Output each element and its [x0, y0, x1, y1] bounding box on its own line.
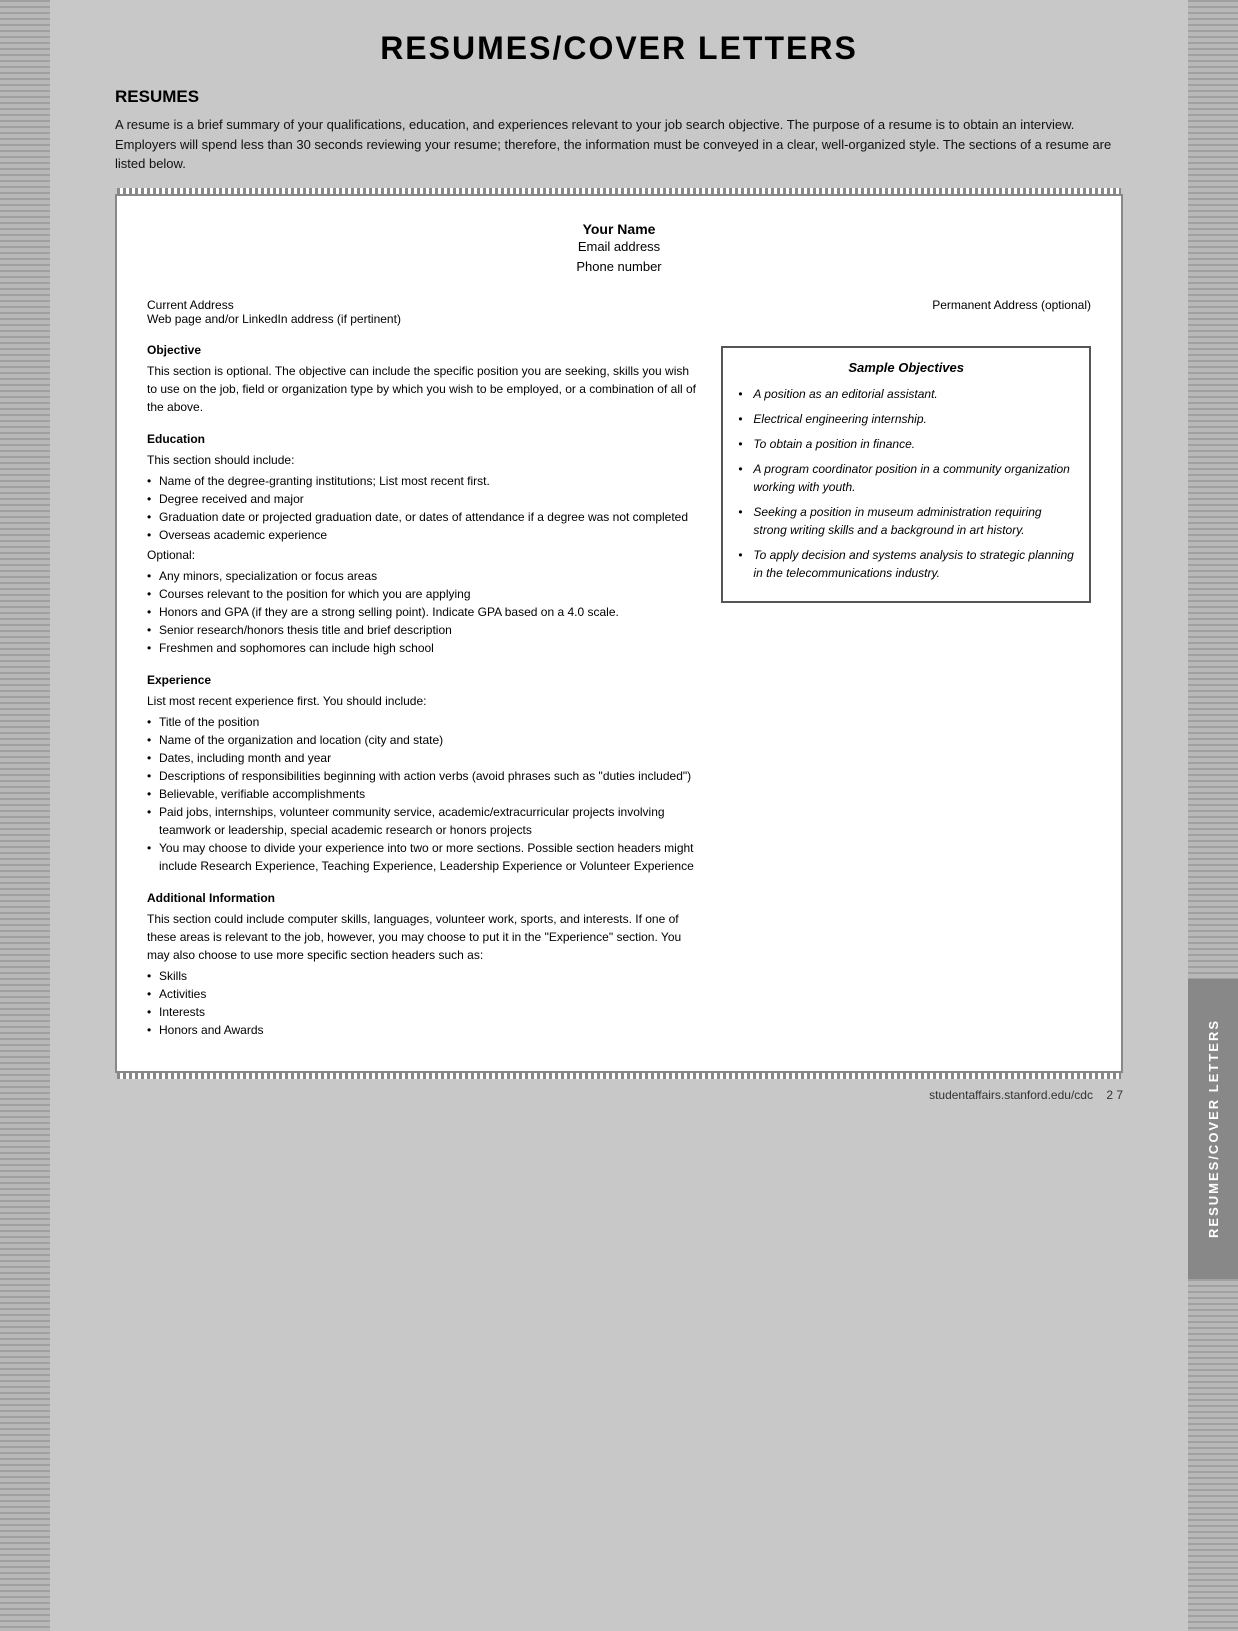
optional-label: Optional:: [147, 546, 701, 564]
list-item: Title of the position: [147, 713, 701, 731]
permanent-address-block: Permanent Address (optional): [619, 298, 1091, 326]
list-item: Paid jobs, internships, volunteer commun…: [147, 803, 701, 839]
list-item: Degree received and major: [147, 490, 701, 508]
list-item: A program coordinator position in a comm…: [738, 460, 1074, 496]
footer-url: studentaffairs.stanford.edu/cdc: [929, 1088, 1093, 1102]
page-wrapper: RESUMES/COVER LETTERS RESUMES/COVER LETT…: [0, 0, 1238, 1631]
list-item: Honors and Awards: [147, 1021, 701, 1039]
experience-list: Title of the position Name of the organi…: [147, 713, 701, 875]
list-item: To obtain a position in finance.: [738, 435, 1074, 453]
list-item: Senior research/honors thesis title and …: [147, 621, 701, 639]
resumes-intro: A resume is a brief summary of your qual…: [115, 115, 1123, 174]
list-item: Descriptions of responsibilities beginni…: [147, 767, 701, 785]
list-item: Honors and GPA (if they are a strong sel…: [147, 603, 701, 621]
right-decoration-top: [1188, 0, 1238, 979]
education-required-list: Name of the degree-granting institutions…: [147, 472, 701, 544]
list-item: Graduation date or projected graduation …: [147, 508, 701, 526]
list-item: You may choose to divide your experience…: [147, 839, 701, 875]
content-area: RESUMES/COVER LETTERS RESUMES A resume i…: [115, 30, 1123, 1073]
list-item: Overseas academic experience: [147, 526, 701, 544]
resume-phone: Phone number: [147, 257, 1091, 278]
experience-intro: List most recent experience first. You s…: [147, 692, 701, 710]
education-title: Education: [147, 430, 701, 448]
sidebar-vertical-label: RESUMES/COVER LETTERS: [1206, 1019, 1221, 1238]
experience-title: Experience: [147, 671, 701, 689]
list-item: Any minors, specialization or focus area…: [147, 567, 701, 585]
list-item: A position as an editorial assistant.: [738, 385, 1074, 403]
objectives-list: A position as an editorial assistant. El…: [738, 385, 1074, 582]
objective-title: Objective: [147, 341, 701, 359]
resume-template-box: Your Name Email address Phone number Cur…: [115, 194, 1123, 1074]
objective-text: This section is optional. The objective …: [147, 362, 701, 416]
list-item: Believable, verifiable accomplishments: [147, 785, 701, 803]
resume-name: Your Name: [147, 221, 1091, 237]
sample-objectives-box: Sample Objectives A position as an edito…: [721, 346, 1091, 603]
resume-address-row: Current Address Web page and/or LinkedIn…: [147, 298, 1091, 326]
sample-objectives-title: Sample Objectives: [738, 360, 1074, 375]
right-vertical-text-block: RESUMES/COVER LETTERS: [1188, 979, 1238, 1279]
list-item: Dates, including month and year: [147, 749, 701, 767]
list-item: Name of the organization and location (c…: [147, 731, 701, 749]
page-footer: studentaffairs.stanford.edu/cdc 2 7: [60, 1088, 1123, 1102]
list-item: To apply decision and systems analysis t…: [738, 546, 1074, 582]
page-title: RESUMES/COVER LETTERS: [115, 30, 1123, 67]
right-decoration-bottom: [1188, 1279, 1238, 1631]
resume-left-col: Objective This section is optional. The …: [147, 341, 701, 1041]
footer-page: 2 7: [1106, 1088, 1123, 1102]
resume-header: Your Name Email address Phone number: [147, 221, 1091, 279]
list-item: Skills: [147, 967, 701, 985]
left-decoration: [0, 0, 50, 1631]
resume-body: Objective This section is optional. The …: [147, 341, 1091, 1041]
education-intro: This section should include:: [147, 451, 701, 469]
list-item: Activities: [147, 985, 701, 1003]
additional-info-list: Skills Activities Interests Honors and A…: [147, 967, 701, 1039]
list-item: Seeking a position in museum administrat…: [738, 503, 1074, 539]
resumes-heading: RESUMES: [115, 87, 1123, 107]
current-address-label: Current Address: [147, 298, 619, 312]
additional-info-title: Additional Information: [147, 889, 701, 907]
additional-info-text: This section could include computer skil…: [147, 910, 701, 964]
permanent-address-label: Permanent Address (optional): [619, 298, 1091, 312]
list-item: Freshmen and sophomores can include high…: [147, 639, 701, 657]
education-optional-list: Any minors, specialization or focus area…: [147, 567, 701, 657]
current-address-block: Current Address Web page and/or LinkedIn…: [147, 298, 619, 326]
resume-right-col: Sample Objectives A position as an edito…: [721, 341, 1091, 1041]
list-item: Courses relevant to the position for whi…: [147, 585, 701, 603]
resume-email: Email address: [147, 237, 1091, 258]
web-page-label: Web page and/or LinkedIn address (if per…: [147, 312, 619, 326]
list-item: Electrical engineering internship.: [738, 410, 1074, 428]
list-item: Name of the degree-granting institutions…: [147, 472, 701, 490]
list-item: Interests: [147, 1003, 701, 1021]
